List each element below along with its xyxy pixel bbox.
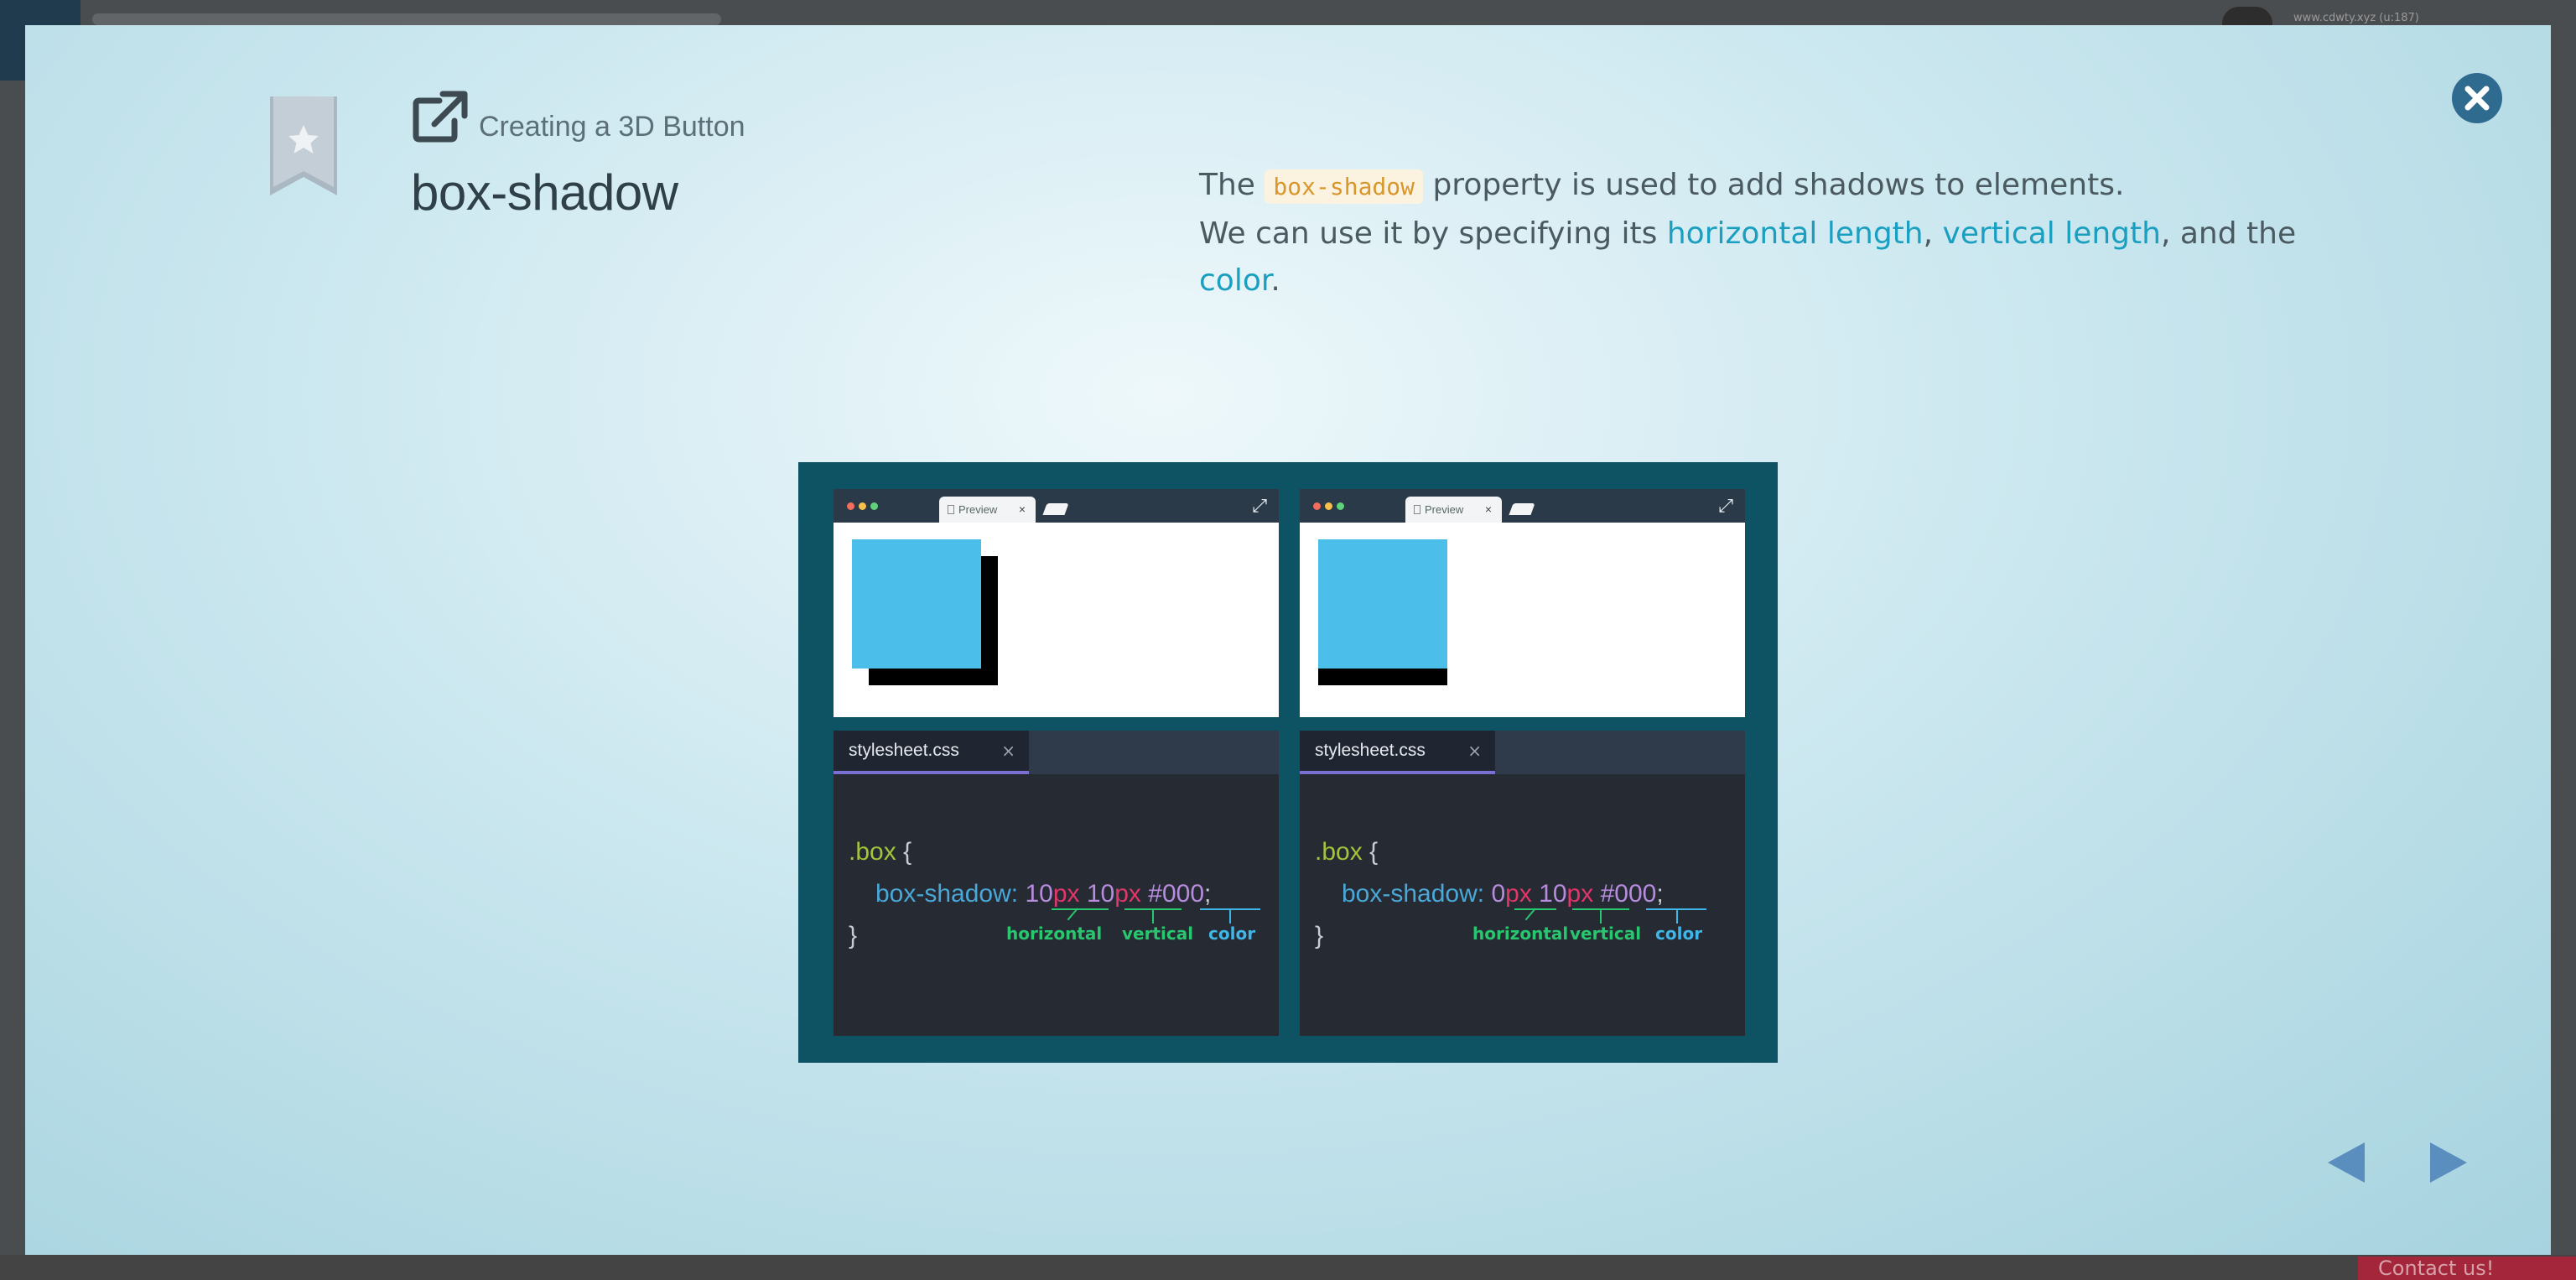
browser-mockup: Preview × ⤢	[1300, 489, 1745, 717]
term-horizontal-length: horizontal length	[1666, 216, 1924, 251]
arrow-right-icon[interactable]	[2425, 1141, 2470, 1184]
code-chip: box-shadow	[1265, 169, 1423, 204]
code-selector: .box	[1315, 838, 1363, 866]
preview-tab: Preview ×	[939, 497, 1036, 523]
code-h-unit: px	[1505, 880, 1532, 908]
desc-text: .	[1270, 263, 1280, 298]
document-icon	[1414, 505, 1420, 514]
code-semicolon: ;	[1204, 880, 1212, 908]
file-tab-label: stylesheet.css	[849, 741, 959, 760]
window-dot	[870, 502, 878, 510]
expand-icon: ⤢	[1718, 496, 1733, 517]
color-tick	[1676, 908, 1678, 924]
code-editor: stylesheet.css × .box { box-shadow: 0px …	[1300, 731, 1745, 1036]
arrow-left-icon[interactable]	[2324, 1141, 2370, 1184]
code-v-unit: px	[1114, 880, 1141, 908]
code-selector: .box	[849, 838, 896, 866]
preview-area	[1300, 523, 1745, 717]
tab-close-icon: ×	[1484, 502, 1492, 516]
browser-toolbar: Preview × ⤢	[1300, 489, 1745, 523]
contact-us-button[interactable]: Contact us!	[2358, 1257, 2576, 1280]
lesson-title[interactable]: Creating a 3D Button	[479, 111, 745, 143]
code-brace: }	[849, 922, 858, 950]
term-color: color	[1199, 263, 1271, 298]
code-brace: {	[1369, 838, 1379, 866]
window-dot	[847, 502, 854, 510]
page-title: box-shadow	[411, 164, 678, 221]
code-brace: {	[903, 838, 912, 866]
code-editor: stylesheet.css × .box { box-shadow: 10px…	[834, 731, 1279, 1036]
vertical-tick	[1600, 908, 1602, 924]
preview-tab: Preview ×	[1405, 497, 1502, 523]
document-icon	[948, 505, 954, 514]
browser-toolbar: Preview × ⤢	[834, 489, 1279, 523]
window-dot	[859, 502, 866, 510]
code-semicolon: ;	[1656, 880, 1664, 908]
background-url-bar	[92, 13, 721, 25]
vertical-tick	[1152, 908, 1154, 924]
annotation-vertical: vertical	[1570, 924, 1642, 944]
desc-text: The	[1199, 168, 1255, 202]
close-icon[interactable]	[2451, 72, 2503, 124]
editor-tabbar: stylesheet.css ×	[834, 731, 1279, 774]
desc-text: ,	[1923, 216, 1934, 251]
file-close-icon: ×	[1001, 741, 1015, 761]
bookmark-star-icon[interactable]	[268, 96, 339, 195]
external-link-icon[interactable]	[411, 91, 470, 144]
code-v-num: 10	[1539, 880, 1567, 908]
desc-text: We can use it by specifying its	[1199, 216, 1658, 251]
code-v-unit: px	[1566, 880, 1594, 908]
file-tab-label: stylesheet.css	[1315, 741, 1426, 760]
code-color: #000	[1600, 880, 1657, 908]
desc-text: property is used to add shadows to eleme…	[1432, 168, 2125, 202]
code-v-num: 10	[1086, 880, 1115, 908]
window-dot	[1313, 502, 1321, 510]
code-h-num: 0	[1491, 880, 1506, 908]
desc-text: , and the	[2160, 216, 2297, 251]
new-tab-shape	[1509, 503, 1535, 515]
annotation-vertical: vertical	[1122, 924, 1194, 944]
background-bottom-bar	[0, 1255, 2576, 1280]
preview-tab-label: Preview	[1425, 503, 1464, 516]
description: The box-shadow property is used to add s…	[1199, 162, 2306, 304]
window-dot	[1337, 502, 1344, 510]
editor-tabbar: stylesheet.css ×	[1300, 731, 1745, 774]
expand-icon: ⤢	[1252, 496, 1267, 517]
tab-close-icon: ×	[1018, 502, 1026, 516]
box	[852, 539, 981, 669]
term-vertical-length: vertical length	[1942, 216, 2161, 251]
file-tab: stylesheet.css ×	[1300, 731, 1495, 774]
box-shadow-illustration: Preview × ⤢ stylesheet.css × .box {box-…	[798, 462, 1778, 1063]
color-tick	[1229, 908, 1231, 924]
code-h-num: 10	[1025, 880, 1053, 908]
code-brace: }	[1315, 922, 1324, 950]
code-property: box-shadow:	[875, 880, 1019, 908]
code-color: #000	[1148, 880, 1205, 908]
preview-area	[834, 523, 1279, 717]
preview-tab-label: Preview	[958, 503, 998, 516]
annotation-color: color	[1655, 924, 1703, 944]
code-h-unit: px	[1052, 880, 1080, 908]
window-dot	[1325, 502, 1332, 510]
annotation-horizontal: horizontal	[1472, 924, 1569, 944]
file-tab: stylesheet.css ×	[834, 731, 1029, 774]
horizontal-underline	[1052, 908, 1109, 910]
lesson-modal: Creating a 3D Button box-shadow The box-…	[25, 25, 2551, 1255]
annotation-color: color	[1208, 924, 1256, 944]
annotation-horizontal: horizontal	[1006, 924, 1103, 944]
file-close-icon: ×	[1467, 741, 1482, 761]
code-property: box-shadow:	[1342, 880, 1485, 908]
browser-mockup: Preview × ⤢	[834, 489, 1279, 717]
new-tab-shape	[1042, 503, 1069, 515]
box	[1318, 539, 1447, 669]
background-url-text: www.cdwty.xyz (u:187)	[2293, 12, 2419, 24]
